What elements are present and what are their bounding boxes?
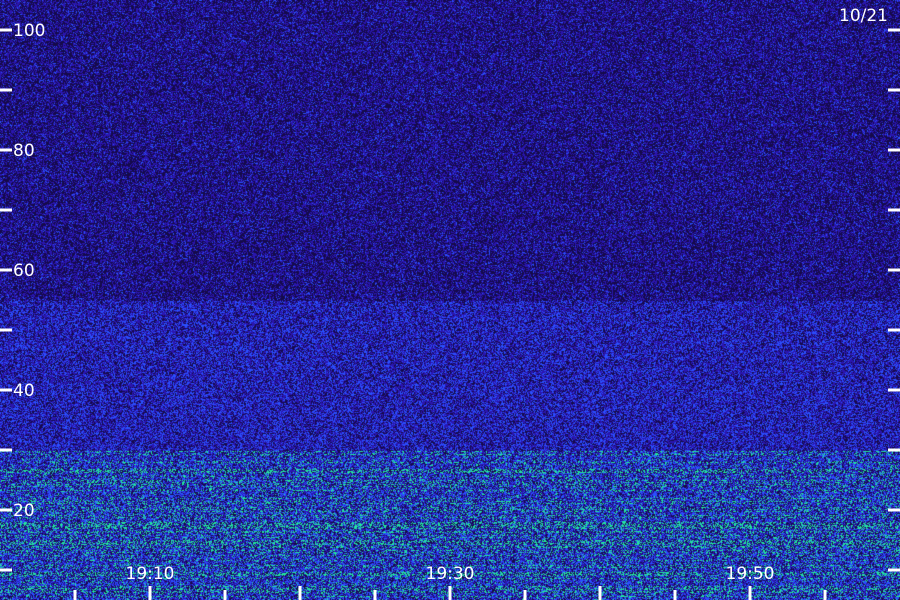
y-tick-label: 60 xyxy=(13,261,35,281)
x-tick-label: 19:10 xyxy=(126,564,175,584)
x-tick-label: 19:30 xyxy=(426,564,475,584)
date-label: 10/21 xyxy=(839,6,888,26)
spectrogram: 20 40 60 80 100 19:10 19:30 19:50 10/21 xyxy=(0,0,900,600)
y-tick-label: 40 xyxy=(13,381,35,401)
axes: 20 40 60 80 100 19:10 19:30 19:50 xyxy=(0,21,900,600)
y-tick-label: 80 xyxy=(13,141,35,161)
y-tick-label: 100 xyxy=(13,21,45,41)
y-tick-label: 20 xyxy=(13,501,35,521)
x-tick-label: 19:50 xyxy=(726,564,775,584)
